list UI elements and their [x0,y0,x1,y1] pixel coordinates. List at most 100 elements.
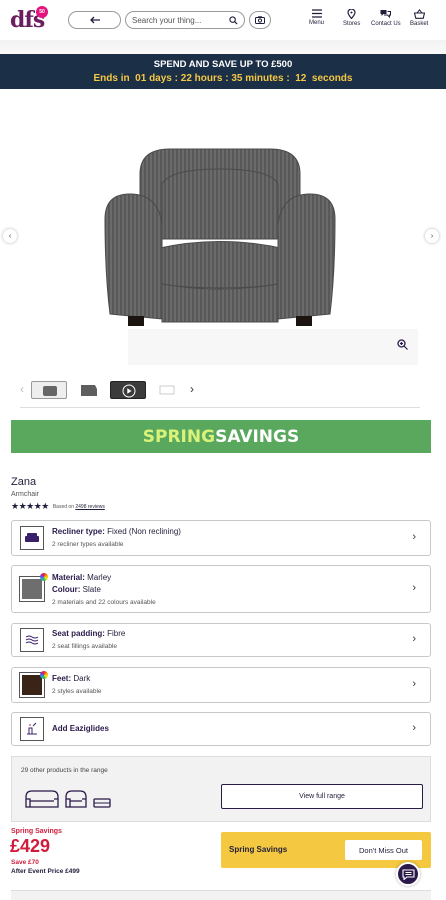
search-icon[interactable] [229,15,238,25]
thumbnail-prev-button[interactable]: ‹ [20,382,24,396]
product-rating[interactable]: ★★★★★ Based on 2498 reviews [11,501,105,512]
option-colour-value: Slate [82,585,101,594]
nav-basket[interactable]: Basket [410,9,428,27]
option-feet[interactable]: Feet: Dark 2 styles available › [11,667,431,703]
option-feet-value: Dark [73,674,91,683]
thumbnail-strip: ‹ › [20,378,420,408]
range-text: 29 other products in the range [21,767,108,774]
promo-headline: SPEND AND SAVE UP TO £500 [153,59,293,70]
option-material-title: Material: Marley [52,573,111,582]
zoom-area [128,329,418,365]
play-icon [122,384,136,398]
gallery-prev-button[interactable]: ‹ [3,229,17,243]
option-recliner-title: Recliner type: Fixed (Non reclining) [52,527,181,536]
option-feet-label: Feet: [52,674,72,683]
chevron-right-icon: › [412,582,416,594]
nav-menu-label: Menu [309,20,325,26]
savings-word: SAVINGS [215,426,300,447]
promo-banner[interactable]: SPEND AND SAVE UP TO £500 Ends in 01 day… [0,54,446,89]
product-category: Armchair [11,491,40,498]
product-image-armchair[interactable] [100,144,340,334]
spring-savings-logo: SPRINGSAVINGS [143,427,299,447]
camera-search-button[interactable] [249,11,271,29]
thumbnail-2[interactable] [71,381,107,399]
arrow-left-icon [89,16,100,24]
colour-wheel-icon [40,671,48,679]
option-recliner-type[interactable]: Recliner type: Fixed (Non reclining) 2 r… [11,520,431,556]
spring-savings-banner[interactable]: SPRINGSAVINGS [11,420,431,453]
search-input[interactable]: Search your thing... [125,11,245,29]
reviews-link[interactable]: 2498 reviews [75,504,104,510]
nav-contact[interactable]: Contact Us [371,9,401,27]
bottom-section [11,890,431,900]
colour-wheel-icon [40,573,48,581]
basket-icon [413,9,425,19]
offer-box: Spring Savings Don't Miss Out [221,832,431,868]
nav-stores[interactable]: Stores [343,9,360,27]
padding-icon [20,628,44,652]
option-padding-value: Fibre [107,629,126,638]
thumbnail-1[interactable] [31,381,67,399]
dfs-logo[interactable]: dfs 50 [10,6,50,34]
option-material-colour[interactable]: Material: Marley Colour: Slate 2 materia… [11,565,431,613]
menu-icon [311,9,322,18]
promo-countdown: Ends in 01 days : 22 hours : 35 minutes … [93,73,353,84]
option-material-sub: 2 materials and 22 colours available [52,599,156,606]
nav-stores-label: Stores [343,21,361,27]
back-button[interactable] [68,11,121,29]
chevron-right-icon: › [412,531,416,543]
rating-text: Based on 2498 reviews [53,504,105,510]
option-feet-sub: 2 styles available [52,688,102,695]
range-section: 29 other products in the range View full… [11,756,431,822]
reviews-prefix: Based on [52,503,74,510]
site-header: dfs 50 Search your thing... Menu Stores … [0,0,446,40]
chat-button[interactable] [396,862,420,886]
option-padding-label: Seat padding: [52,629,105,638]
rating-stars: ★★★★★ [11,501,49,511]
option-padding-sub: 2 seat fillings available [52,643,118,650]
gallery-next-button[interactable]: › [425,229,439,243]
thumbnail-armchair-angle-icon [81,385,97,396]
chat-icon [401,868,415,880]
armchair-icon [20,526,44,550]
price-save: Save £70 [11,859,39,866]
nav-menu[interactable]: Menu [309,9,324,26]
dont-miss-out-button[interactable]: Don't Miss Out [345,840,422,860]
option-recliner-value: Fixed (Non reclining) [107,527,181,536]
price-amount: £429 [10,836,51,856]
location-pin-icon [347,9,356,19]
option-colour-title: Colour: Slate [52,585,101,594]
search-placeholder: Search your thing... [132,15,202,25]
offer-label: Spring Savings [229,845,288,854]
thumbnail-video[interactable] [110,381,146,399]
range-products-icon [25,790,111,808]
option-material-value: Marley [87,573,112,582]
option-colour-label: Colour: [52,585,81,594]
chevron-right-icon: › [412,722,416,734]
zoom-in-icon[interactable] [397,339,408,350]
eaziglides-icon [20,717,44,741]
option-feet-title: Feet: Dark [52,674,90,683]
nav-basket-label: Basket [410,21,429,27]
thumbnail-dimensions[interactable] [150,381,186,399]
option-seat-padding[interactable]: Seat padding: Fibre 2 seat fillings avai… [11,623,431,657]
camera-icon [255,16,265,24]
view-full-range-button[interactable]: View full range [221,784,423,809]
option-eaziglides-title: Add Eaziglides [52,724,109,733]
option-recliner-sub: 2 recliner types available [52,541,124,548]
product-gallery[interactable]: ‹ › [0,89,446,369]
option-eaziglides[interactable]: Add Eaziglides › [11,712,431,746]
price-label: Spring Savings [11,828,62,835]
header-divider [0,40,446,54]
option-padding-title: Seat padding: Fibre [52,629,125,638]
product-title: Zana [11,476,37,488]
thumbnail-next-button[interactable]: › [190,382,194,396]
chevron-right-icon: › [412,633,416,645]
chevron-left-icon: ‹ [8,232,12,240]
spring-word: SPRING [142,426,216,447]
option-recliner-label: Recliner type: [52,527,105,536]
option-eaziglides-label: Add Eaziglides [52,724,109,733]
thumbnail-dimensions-icon [159,385,175,395]
chevron-right-icon: › [412,678,416,690]
logo-badge: 50 [36,6,48,18]
